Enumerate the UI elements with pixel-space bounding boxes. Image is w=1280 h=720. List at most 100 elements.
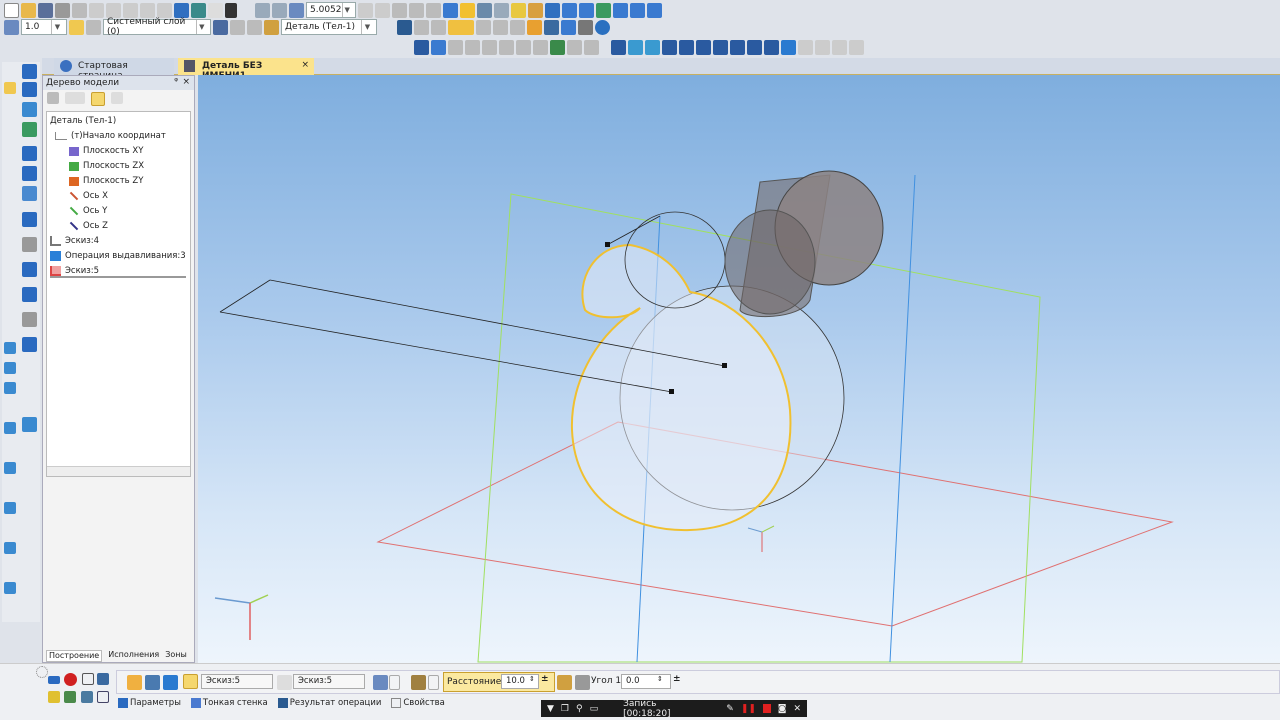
surface-icon[interactable]: [798, 39, 813, 55]
spline-tool-icon[interactable]: [4, 422, 16, 434]
create-object-icon[interactable]: [48, 676, 60, 684]
hole-icon[interactable]: [499, 39, 514, 55]
tab-parameters[interactable]: Параметры: [118, 698, 181, 708]
direction-icon[interactable]: [127, 675, 142, 690]
save-icon[interactable]: [38, 2, 53, 18]
fillet-tool-icon[interactable]: [4, 462, 16, 474]
sheet-metal-icon[interactable]: [22, 166, 37, 181]
tab-part[interactable]: Деталь БЕЗ ИМЕНИ1 ×: [178, 58, 314, 81]
variables-icon[interactable]: [191, 2, 206, 18]
geometry-tool-icon[interactable]: [4, 82, 16, 94]
section-icon[interactable]: [477, 2, 492, 18]
surfaces-icon[interactable]: [22, 122, 37, 137]
rect-tool-icon[interactable]: [4, 382, 16, 394]
offset-tool-icon[interactable]: [4, 502, 16, 514]
shaded-icon[interactable]: [392, 2, 407, 18]
zoom-icon[interactable]: ⚲: [576, 704, 583, 714]
check-icon[interactable]: [561, 19, 576, 35]
angle-input[interactable]: 0.0: [621, 674, 671, 689]
font-icon[interactable]: [544, 19, 559, 35]
tools-icon[interactable]: [578, 19, 593, 35]
measure-icon[interactable]: [476, 19, 491, 35]
sketch-field-2[interactable]: Эскиз:5: [293, 674, 365, 689]
dimension-icon[interactable]: [611, 39, 626, 55]
view-front-icon[interactable]: [562, 2, 577, 18]
tree-detail-icon[interactable]: [111, 92, 123, 104]
delete-icon[interactable]: [764, 39, 779, 55]
arrays-icon[interactable]: [22, 146, 37, 161]
vector-icon[interactable]: [277, 675, 292, 690]
view-left-icon[interactable]: [613, 2, 628, 18]
auto-create-icon[interactable]: [97, 673, 109, 685]
chevron-down-icon[interactable]: [389, 675, 400, 690]
sketch-select-icon[interactable]: [183, 674, 198, 689]
snap-icon[interactable]: [69, 19, 84, 35]
select-icon[interactable]: [511, 2, 526, 18]
local-cs-icon[interactable]: [230, 19, 245, 35]
line-tool-icon[interactable]: [4, 342, 16, 354]
reverse-icon[interactable]: [145, 675, 160, 690]
mirror-icon[interactable]: [730, 39, 745, 55]
layer-combo[interactable]: Системный слой (0) ▼: [103, 17, 211, 37]
plane-icon[interactable]: [628, 39, 643, 55]
fillet-icon[interactable]: [533, 39, 548, 55]
kinematic-icon[interactable]: [448, 39, 463, 55]
tree-item-axis-z[interactable]: Ось Z: [69, 221, 108, 231]
report-tool-icon[interactable]: [22, 287, 37, 302]
filter-tool-icon[interactable]: [22, 237, 37, 252]
perspective-icon[interactable]: [460, 2, 475, 18]
circle-tool-icon[interactable]: [4, 362, 16, 374]
tree-item-axis-x[interactable]: Ось X: [69, 191, 108, 201]
tab-build[interactable]: Построение: [46, 650, 103, 662]
tab-result[interactable]: Результат операции: [277, 698, 381, 708]
rebuild-icon[interactable]: [781, 39, 796, 55]
stop-icon[interactable]: [762, 704, 771, 713]
redo-icon[interactable]: [157, 2, 172, 18]
sketch-tool-icon[interactable]: [22, 417, 37, 432]
surface2-icon[interactable]: [815, 39, 830, 55]
paste-icon[interactable]: [123, 2, 138, 18]
point-icon[interactable]: [679, 39, 694, 55]
tab-start-page[interactable]: Стартовая страница: [54, 58, 174, 81]
part-tool-icon[interactable]: [22, 82, 37, 97]
preview-panel-icon[interactable]: [82, 673, 94, 685]
window-icon[interactable]: ❐: [561, 704, 569, 714]
close-icon[interactable]: ×: [301, 60, 309, 70]
cut-extrude-icon[interactable]: [482, 39, 497, 55]
tree-item-sketch-4[interactable]: Эскиз:4: [50, 236, 99, 246]
tree-item-plane-zy[interactable]: Плоскость ZY: [69, 176, 143, 186]
spatial-curves-icon[interactable]: [22, 102, 37, 117]
shaded-edges-icon[interactable]: [443, 2, 458, 18]
draft-icon[interactable]: [557, 675, 572, 690]
surface-color-icon[interactable]: [448, 19, 474, 35]
properties-icon[interactable]: [247, 19, 262, 35]
close-icon[interactable]: ×: [182, 77, 190, 87]
tree-item-part[interactable]: Деталь (Тел-1): [50, 116, 116, 126]
lightning-icon[interactable]: [48, 691, 60, 703]
stepper[interactable]: ⇕: [529, 675, 535, 683]
tree-item-sketch-5[interactable]: Эскиз:5: [50, 266, 186, 278]
manager-icon[interactable]: [174, 2, 189, 18]
library-icon[interactable]: [527, 19, 542, 35]
region-icon[interactable]: ▭: [590, 704, 599, 714]
part-combo[interactable]: Деталь (Тел-1) ▼: [281, 19, 377, 35]
move-handle-icon[interactable]: [36, 666, 48, 678]
tree-item-plane-xy[interactable]: Плоскость XY: [69, 146, 143, 156]
text-icon[interactable]: [510, 19, 525, 35]
wireframe-icon[interactable]: [409, 2, 424, 18]
constraint-icon[interactable]: [713, 39, 728, 55]
new-file-icon[interactable]: [4, 2, 19, 18]
zoom-combo[interactable]: 5.0052 ▼: [306, 2, 356, 18]
rotate-op-icon[interactable]: [431, 39, 446, 55]
image-icon[interactable]: [81, 691, 93, 703]
sketch-field-1[interactable]: Эскиз:5: [201, 674, 273, 689]
tree-view-icon[interactable]: [65, 92, 85, 104]
offset-plane-icon[interactable]: [645, 39, 660, 55]
plus-minus-button[interactable]: ±: [541, 674, 549, 684]
layers-icon[interactable]: [545, 2, 560, 18]
undo-icon[interactable]: [140, 2, 155, 18]
3d-viewport[interactable]: [198, 75, 1280, 663]
extrude-icon[interactable]: [414, 39, 429, 55]
view-back-icon[interactable]: [647, 2, 662, 18]
info-icon[interactable]: [595, 19, 610, 35]
